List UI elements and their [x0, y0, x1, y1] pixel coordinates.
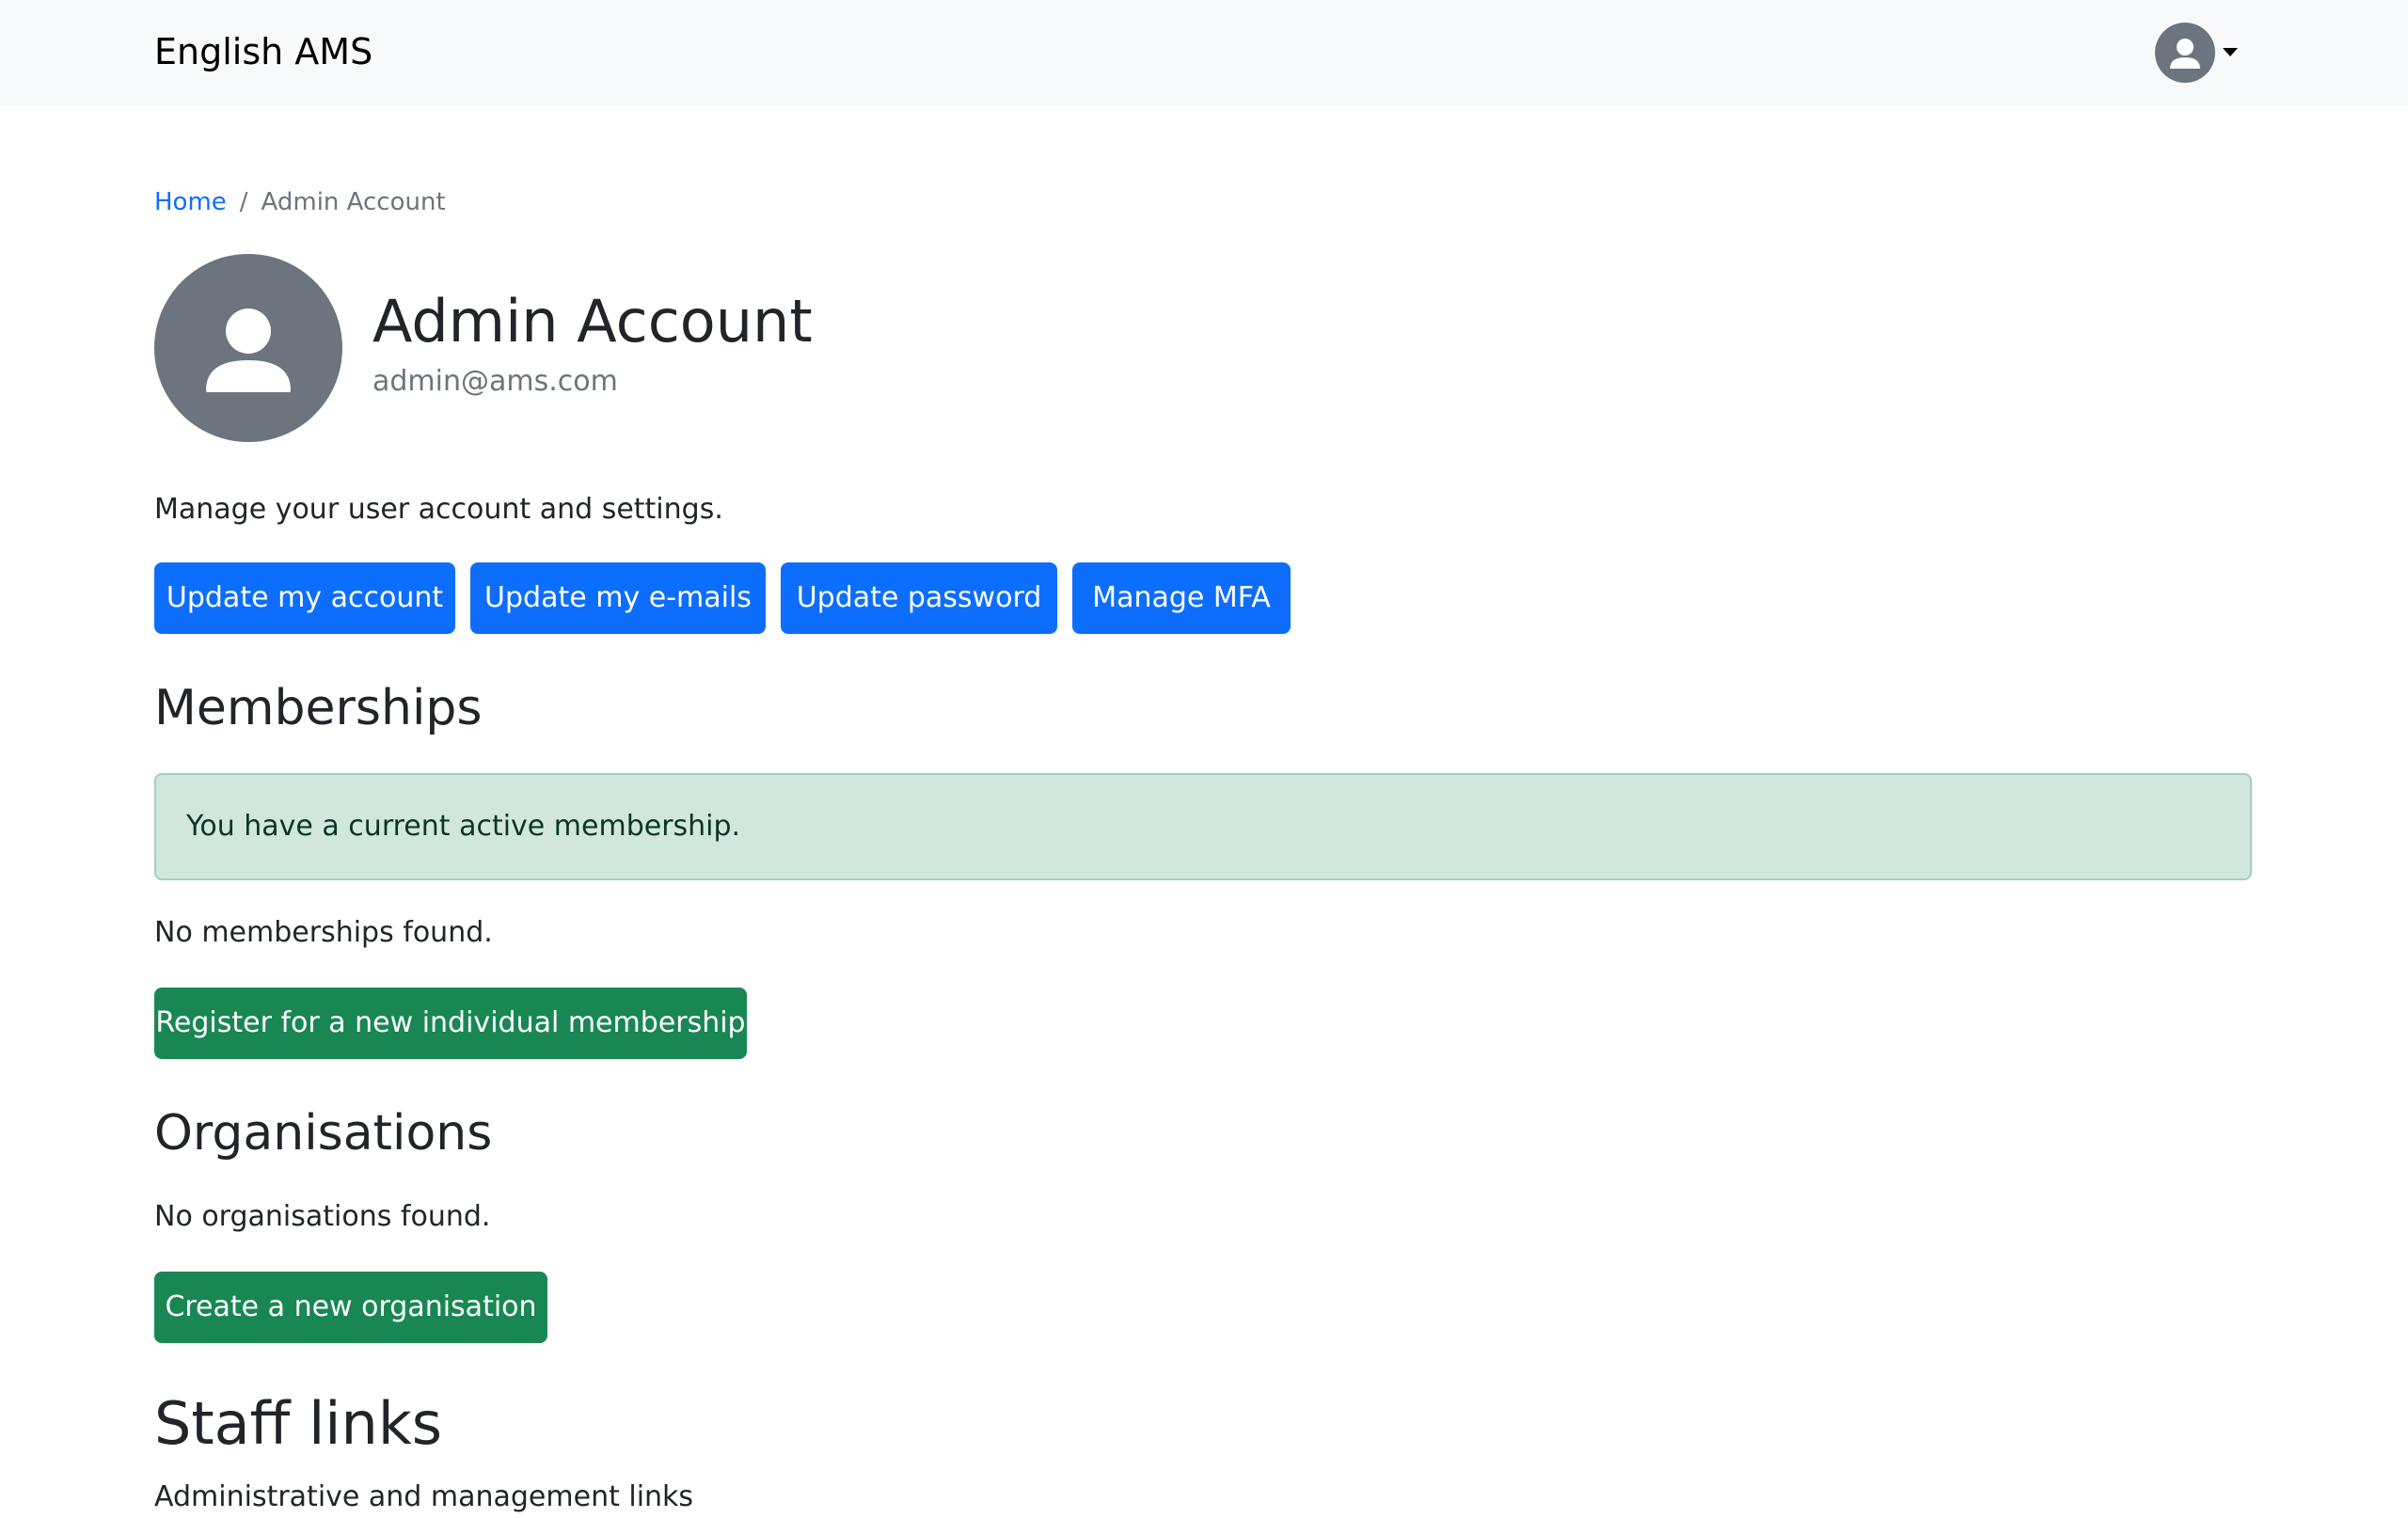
- breadcrumb-separator: /: [239, 188, 248, 216]
- user-icon: [154, 254, 342, 442]
- user-menu-toggle[interactable]: [2155, 23, 2240, 83]
- create-organisation-button[interactable]: Create a new organisation: [154, 1272, 547, 1343]
- memberships-heading: Memberships: [154, 680, 483, 736]
- staff-links-heading: Staff links: [154, 1389, 443, 1458]
- breadcrumb-home-link[interactable]: Home: [154, 188, 227, 216]
- update-account-button[interactable]: Update my account: [154, 562, 455, 634]
- organisations-heading: Organisations: [154, 1105, 493, 1162]
- caret-down-icon: [2223, 48, 2238, 56]
- brand-link[interactable]: English AMS: [154, 26, 372, 77]
- user-circle-icon: [2155, 23, 2215, 83]
- update-password-button[interactable]: Update password: [781, 562, 1057, 634]
- memberships-empty-text: No memberships found.: [154, 916, 493, 949]
- staff-links-description: Administrative and management links: [154, 1480, 694, 1513]
- page-title: Admin Account: [372, 287, 813, 356]
- organisations-empty-text: No organisations found.: [154, 1200, 491, 1233]
- manage-mfa-button[interactable]: Manage MFA: [1072, 562, 1291, 634]
- profile-email: admin@ams.com: [372, 365, 618, 398]
- breadcrumb: Home / Admin Account: [154, 184, 446, 220]
- register-membership-button[interactable]: Register for a new individual membership: [154, 988, 747, 1059]
- intro-text: Manage your user account and settings.: [154, 493, 723, 526]
- membership-status-alert: You have a current active membership.: [154, 773, 2252, 880]
- top-navbar: English AMS: [0, 0, 2408, 105]
- update-emails-button[interactable]: Update my e-mails: [470, 562, 766, 634]
- breadcrumb-current: Admin Account: [261, 188, 446, 216]
